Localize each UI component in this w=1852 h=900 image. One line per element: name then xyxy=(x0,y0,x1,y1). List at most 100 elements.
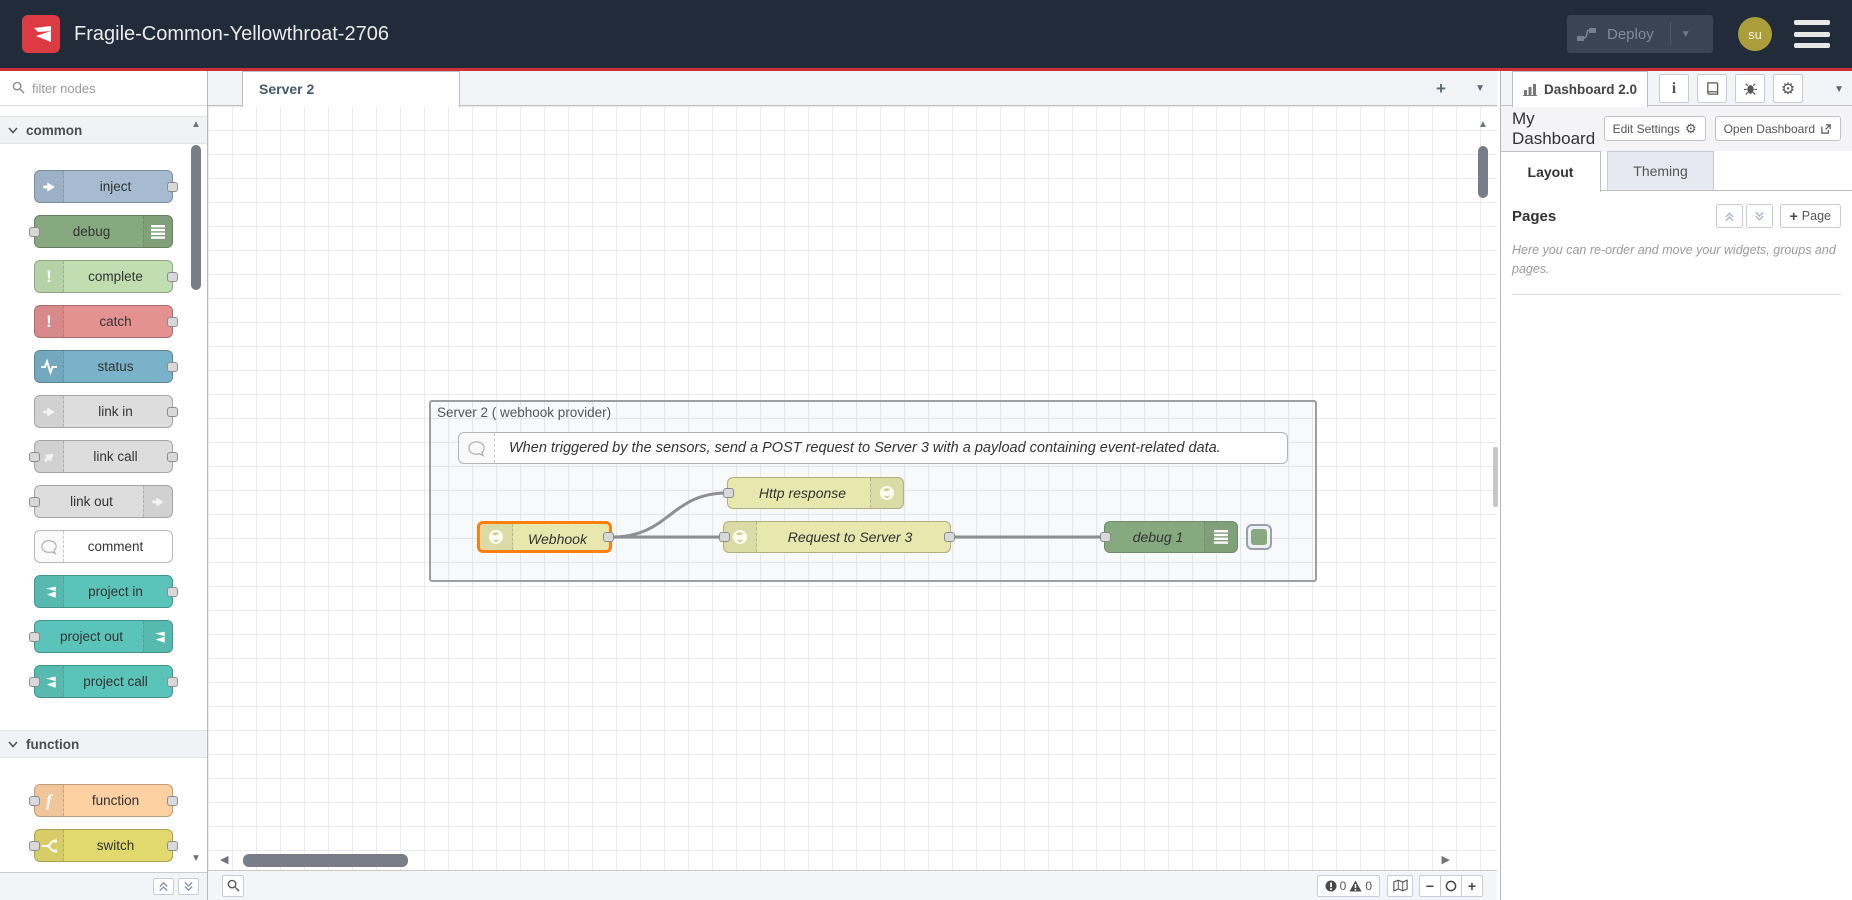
main-menu-button[interactable] xyxy=(1794,20,1830,48)
palette-node-link-call[interactable]: link call xyxy=(34,440,173,473)
output-port xyxy=(167,317,178,327)
tab-theming[interactable]: Theming xyxy=(1607,151,1714,190)
alert-icon: ! xyxy=(35,306,64,337)
plus-icon: + xyxy=(1790,208,1798,224)
flow-list-caret-icon[interactable]: ▼ xyxy=(1475,83,1485,94)
palette-node-switch[interactable]: switch xyxy=(34,829,173,862)
palette-node-link-out[interactable]: link out xyxy=(34,485,173,518)
node-label: Request to Server 3 xyxy=(758,522,942,552)
scroll-down-arrow[interactable]: ▼ xyxy=(188,852,204,866)
canvas-hscroll-thumb[interactable] xyxy=(243,854,408,867)
tab-layout[interactable]: Layout xyxy=(1501,151,1601,192)
output-port[interactable] xyxy=(944,532,955,542)
gear-icon: ⚙ xyxy=(1781,79,1795,99)
menu-bar xyxy=(1794,43,1830,48)
zoom-in-button[interactable]: + xyxy=(1461,875,1483,897)
user-avatar[interactable]: su xyxy=(1738,17,1772,51)
comment-bubble-icon xyxy=(459,433,495,463)
input-port xyxy=(29,227,40,237)
external-link-icon xyxy=(1820,123,1832,135)
palette-node-function[interactable]: f function xyxy=(34,784,173,817)
zoom-reset-button[interactable] xyxy=(1440,875,1462,897)
expand-categories-button[interactable] xyxy=(178,878,199,895)
scroll-up-arrow[interactable]: ▲ xyxy=(1475,118,1491,132)
palette-node-status[interactable]: status xyxy=(34,350,173,383)
scroll-left-arrow[interactable]: ◀ xyxy=(220,853,228,867)
debug-enable-toggle[interactable] xyxy=(1246,524,1272,550)
tab-dashboard-2[interactable]: Dashboard 2.0 xyxy=(1512,71,1648,107)
collapse-categories-button[interactable] xyxy=(153,878,174,895)
errors-warnings-badge[interactable]: 0 0 xyxy=(1317,875,1380,897)
config-tab-button[interactable]: ⚙ xyxy=(1773,74,1803,103)
palette-node-project-out[interactable]: project out xyxy=(34,620,173,653)
palette-node-complete[interactable]: ! complete xyxy=(34,260,173,293)
move-page-up-button[interactable] xyxy=(1716,204,1743,228)
palette-node-comment[interactable]: comment xyxy=(34,530,173,563)
input-port[interactable] xyxy=(719,532,730,542)
category-label: common xyxy=(26,123,82,138)
scroll-right-arrow[interactable]: ▶ xyxy=(1442,853,1450,867)
palette-node-link-in[interactable]: link in xyxy=(34,395,173,428)
palette-node-project-call[interactable]: project call xyxy=(34,665,173,698)
palette-scrollbar[interactable]: ▲ ▼ xyxy=(188,71,204,872)
sidebar-tabs-caret-icon[interactable]: ▼ xyxy=(1834,84,1844,95)
inject-icon xyxy=(35,171,64,202)
logo-icon xyxy=(28,21,54,47)
canvas-vscroll-thumb[interactable] xyxy=(1478,146,1488,198)
palette-node-label: link call xyxy=(65,441,166,472)
flow-tab-server-2[interactable]: Server 2 xyxy=(242,71,460,107)
dashboard-title: My Dashboard xyxy=(1512,109,1604,149)
palette-node-debug[interactable]: debug xyxy=(34,215,173,248)
input-port xyxy=(29,497,40,507)
search-icon xyxy=(227,879,240,892)
palette-node-label: switch xyxy=(65,830,166,861)
filter-nodes-input[interactable] xyxy=(30,75,180,101)
menu-bar xyxy=(1794,20,1830,25)
input-port[interactable] xyxy=(1100,532,1111,542)
palette-search[interactable] xyxy=(0,71,207,106)
open-dashboard-button[interactable]: Open Dashboard xyxy=(1715,116,1841,141)
info-tab-button[interactable]: i xyxy=(1659,74,1689,103)
output-port[interactable] xyxy=(603,532,614,542)
category-function[interactable]: function xyxy=(0,730,207,758)
node-request-to-server-3[interactable]: Request to Server 3 xyxy=(723,521,951,553)
search-flows-button[interactable] xyxy=(222,875,244,897)
input-port[interactable] xyxy=(723,488,734,498)
move-page-down-button[interactable] xyxy=(1746,204,1773,228)
output-port xyxy=(167,452,178,462)
node-http-response[interactable]: Http response xyxy=(727,477,904,509)
comment-text: When triggered by the sensors, send a PO… xyxy=(509,433,1277,463)
deploy-caret-icon[interactable]: ▼ xyxy=(1681,29,1691,40)
deploy-icon xyxy=(1577,27,1597,42)
pages-heading: Pages xyxy=(1512,208,1556,225)
palette-node-project-in[interactable]: project in xyxy=(34,575,173,608)
edit-settings-button[interactable]: Edit Settings ⚙ xyxy=(1604,116,1706,141)
node-webhook[interactable]: Webhook xyxy=(477,521,612,553)
output-port xyxy=(167,796,178,806)
open-dashboard-label: Open Dashboard xyxy=(1724,122,1815,136)
deploy-button[interactable]: Deploy ▼ xyxy=(1567,15,1713,53)
canvas-vertical-scrollbar[interactable]: ▲ xyxy=(1475,106,1491,406)
error-icon xyxy=(1325,880,1337,892)
zoom-out-button[interactable]: − xyxy=(1419,875,1441,897)
palette-scrollbar-thumb[interactable] xyxy=(191,145,201,290)
node-debug-1[interactable]: debug 1 xyxy=(1104,521,1238,553)
flow-canvas[interactable]: Server 2 ( webhook provider) When trigge… xyxy=(208,106,1497,870)
add-flow-button[interactable]: + xyxy=(1429,78,1453,100)
output-port xyxy=(167,362,178,372)
comment-node[interactable]: When triggered by the sensors, send a PO… xyxy=(458,432,1288,464)
globe-icon xyxy=(480,524,513,550)
debug-tab-button[interactable] xyxy=(1735,74,1765,103)
project-logo-icon xyxy=(143,621,172,652)
category-common[interactable]: common xyxy=(0,116,207,144)
sidebar-scrollbar-thumb[interactable] xyxy=(1493,447,1498,507)
warning-icon xyxy=(1349,880,1362,892)
palette-node-inject[interactable]: inject xyxy=(34,170,173,203)
input-port xyxy=(29,796,40,806)
palette-node-catch[interactable]: ! catch xyxy=(34,305,173,338)
scroll-up-arrow[interactable]: ▲ xyxy=(188,118,204,132)
navigator-button[interactable] xyxy=(1387,875,1413,897)
canvas-horizontal-scrollbar[interactable]: ◀ ▶ xyxy=(208,852,1497,868)
add-page-button[interactable]: + Page xyxy=(1780,204,1841,228)
help-tab-button[interactable] xyxy=(1697,74,1727,103)
